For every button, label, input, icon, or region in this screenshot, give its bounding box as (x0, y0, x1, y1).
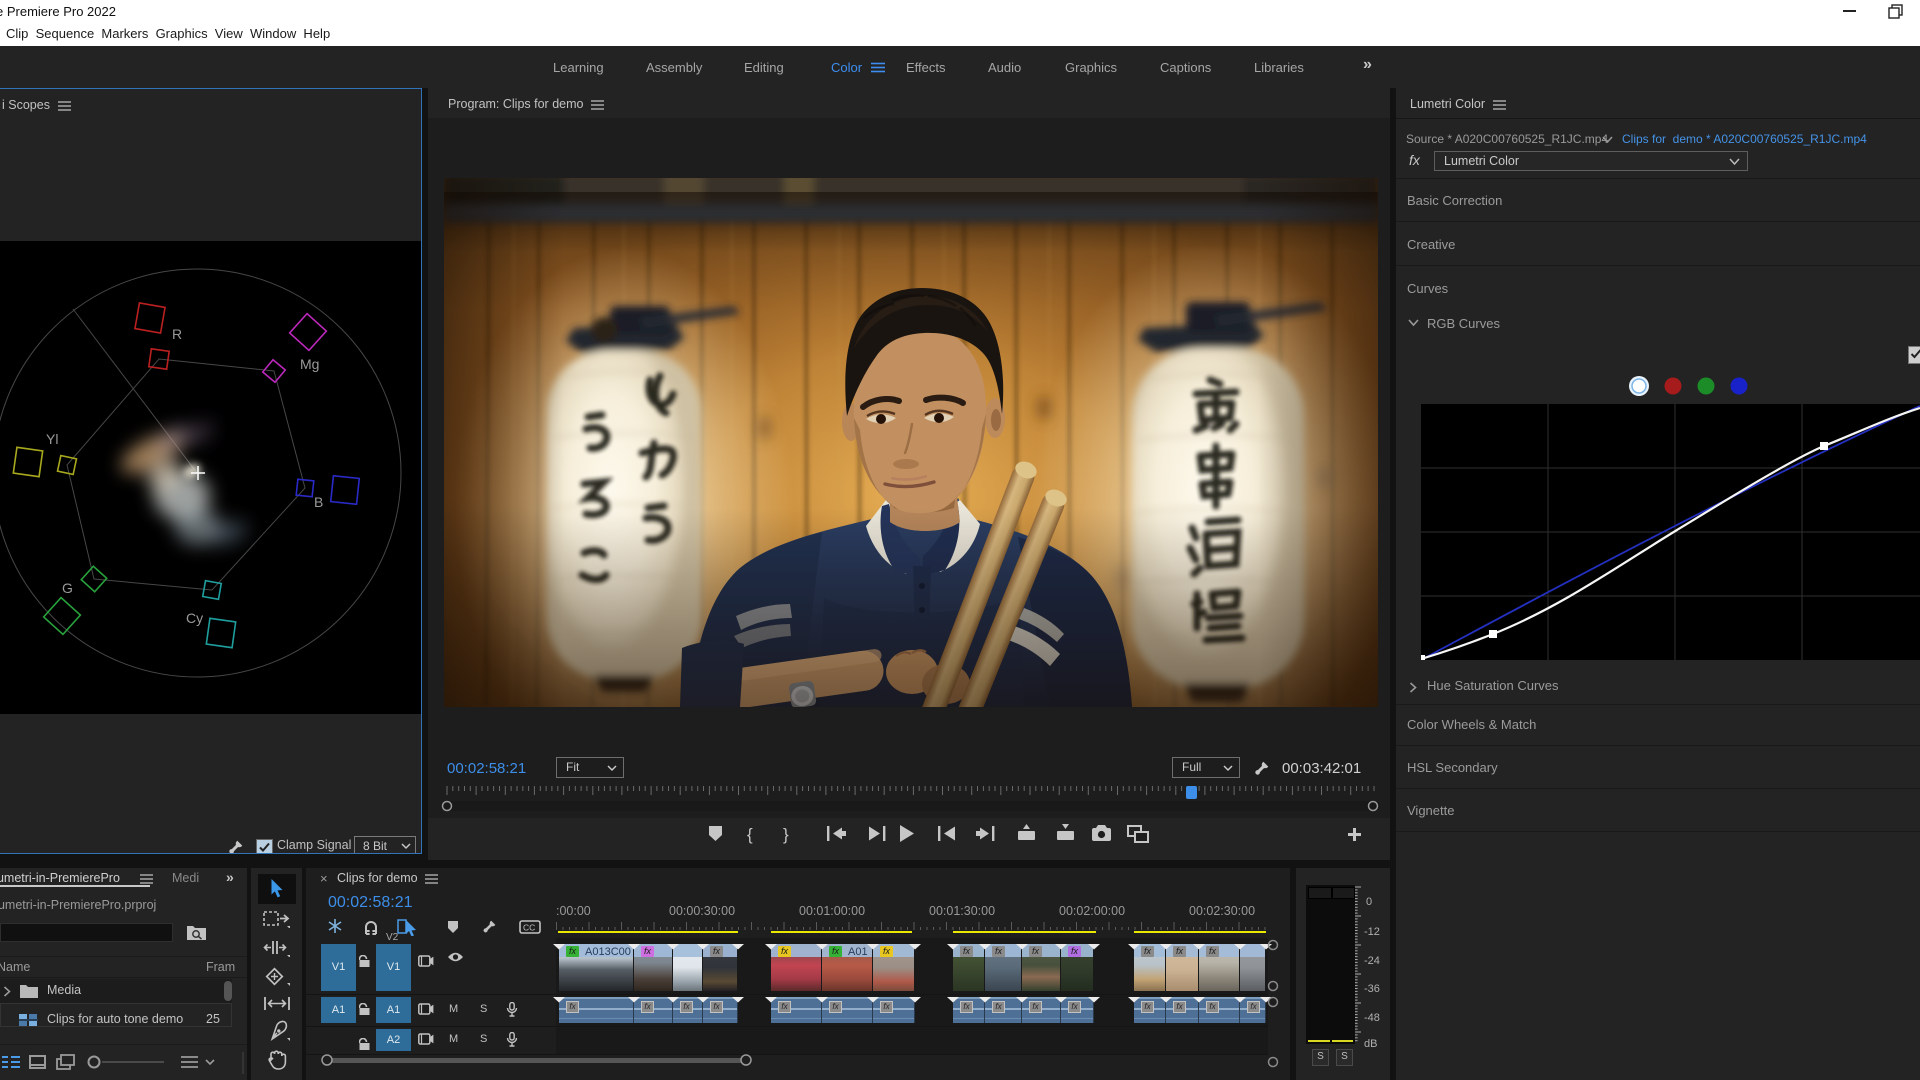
svg-text:Yl: Yl (46, 431, 58, 447)
svg-text:Mg: Mg (300, 356, 319, 372)
svg-text:B: B (314, 494, 323, 510)
svg-text:{: { (747, 825, 753, 844)
svg-text:}: } (783, 825, 789, 844)
svg-text:Cy: Cy (186, 610, 203, 626)
svg-text:CC: CC (523, 923, 535, 933)
svg-text:R: R (172, 326, 182, 342)
svg-text:G: G (62, 580, 73, 596)
